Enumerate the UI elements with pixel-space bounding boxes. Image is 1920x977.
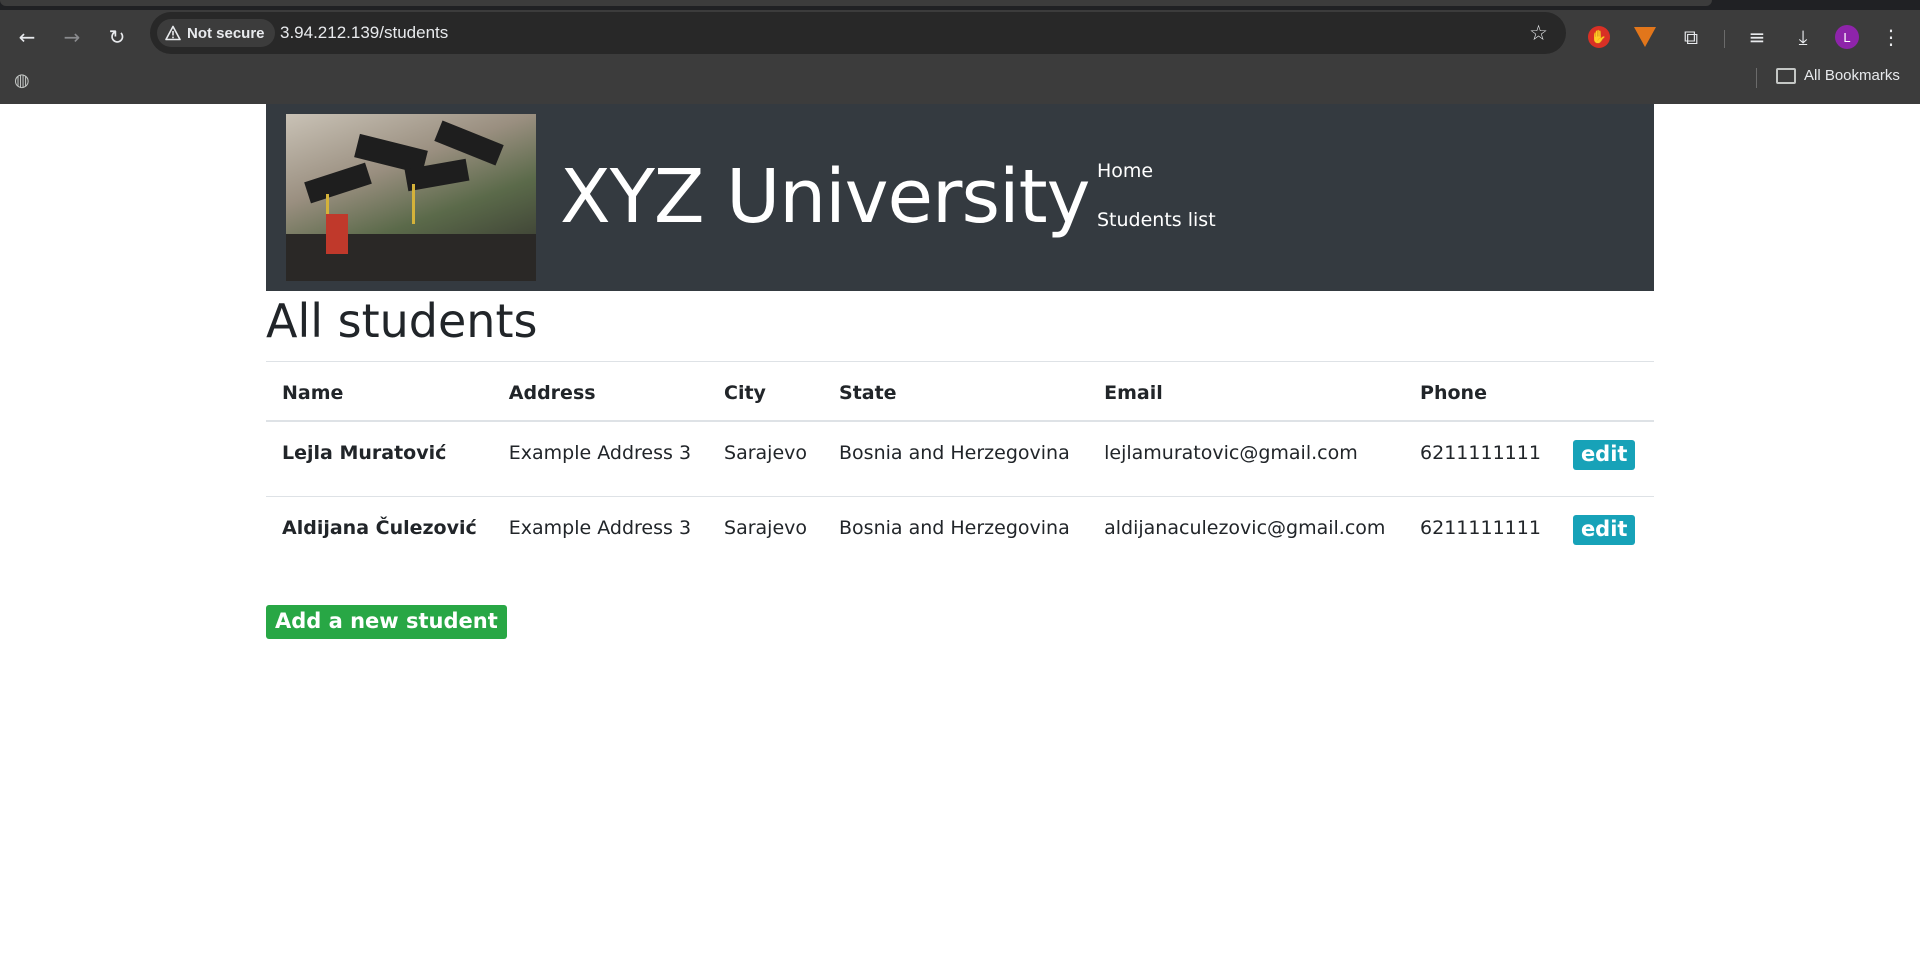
student-address: Example Address 3 [508,442,692,464]
table-row: Aldijana Čulezović Example Address 3 Sar… [266,496,1654,571]
extensions-puzzle-icon[interactable]: ⧉ [1678,24,1704,50]
active-tab[interactable] [0,0,1712,6]
site-header: XYZ University Home Students list [266,104,1654,291]
student-name: Lejla Muratović [282,442,447,464]
students-table: Name Address City State Email Phone Lejl… [266,361,1654,571]
warning-icon [165,25,181,41]
browser-chrome: ← → ↻ Not secure 3.94.212.139/students ☆… [0,0,1920,104]
student-email: aldijanaculezovic@gmail.com [1088,496,1405,571]
bookmarks-bar: ◍ All Bookmarks [0,62,1920,104]
all-bookmarks-label: All Bookmarks [1804,67,1900,84]
back-arrow-icon[interactable]: ← [11,21,43,53]
student-address: Example Address 3 [492,496,709,571]
forward-arrow-icon[interactable]: → [56,21,88,53]
actions-cell: edit [1556,496,1654,571]
url-text[interactable]: 3.94.212.139/students [280,23,448,43]
header-address: Address [492,361,709,422]
security-label: Not secure [187,24,265,42]
media-queue-icon[interactable]: ≡ [1744,24,1770,50]
bookmark-star-icon[interactable]: ☆ [1529,21,1548,45]
table-header-row: Name Address City State Email Phone [266,361,1654,422]
browser-toolbar: ← → ↻ Not secure 3.94.212.139/students ☆… [0,10,1920,62]
student-state: Bosnia and Herzegovina [823,496,1089,571]
page-title: All students [266,294,538,348]
profile-avatar[interactable]: L [1834,24,1860,50]
menu-kebab-icon[interactable]: ⋮ [1878,24,1904,50]
student-phone: 6211111111 [1420,442,1541,464]
table-row: Lejla Muratović Example Address 3 Saraje… [266,421,1654,497]
student-email: lejlamuratovic@gmail.com [1104,442,1358,464]
bookmarks-divider [1756,68,1757,88]
student-name: Aldijana Čulezović [266,496,493,571]
header-phone: Phone [1404,361,1557,422]
header-name: Name [266,361,493,422]
nav-home-link[interactable]: Home [1097,160,1216,182]
globe-icon[interactable]: ◍ [14,70,34,91]
edit-button[interactable]: edit [1572,515,1636,545]
student-phone: 6211111111 [1404,496,1557,571]
student-state: Bosnia and Herzegovina [839,442,1070,464]
folder-icon [1776,67,1796,84]
graduation-caps-image [286,114,536,281]
student-city: Sarajevo [724,442,808,464]
header-state: State [823,361,1089,422]
header-email: Email [1088,361,1405,422]
nav-students-list-link[interactable]: Students list [1097,209,1216,231]
tab-strip [0,0,1920,10]
student-city: Sarajevo [708,496,824,571]
ext-fox-icon[interactable] [1632,24,1658,50]
toolbar-divider [1724,30,1725,48]
actions-cell: edit [1557,421,1654,497]
security-chip[interactable]: Not secure [157,19,275,47]
header-actions [1556,361,1654,422]
site-nav: Home Students list [1097,160,1216,258]
ext-stop-icon[interactable]: ✋ [1586,24,1612,50]
address-bar[interactable]: Not secure 3.94.212.139/students ☆ [150,12,1566,54]
avatar-letter: L [1835,25,1859,49]
page-viewport: XYZ University Home Students list All st… [0,104,1920,977]
site-title: XYZ University [560,154,1090,240]
header-city: City [708,361,824,422]
reload-icon[interactable]: ↻ [101,21,133,53]
download-icon[interactable]: ⤓ [1790,24,1816,50]
edit-button[interactable]: edit [1572,440,1636,470]
add-new-student-button[interactable]: Add a new student [266,605,507,639]
all-bookmarks-button[interactable]: All Bookmarks [1776,67,1900,84]
